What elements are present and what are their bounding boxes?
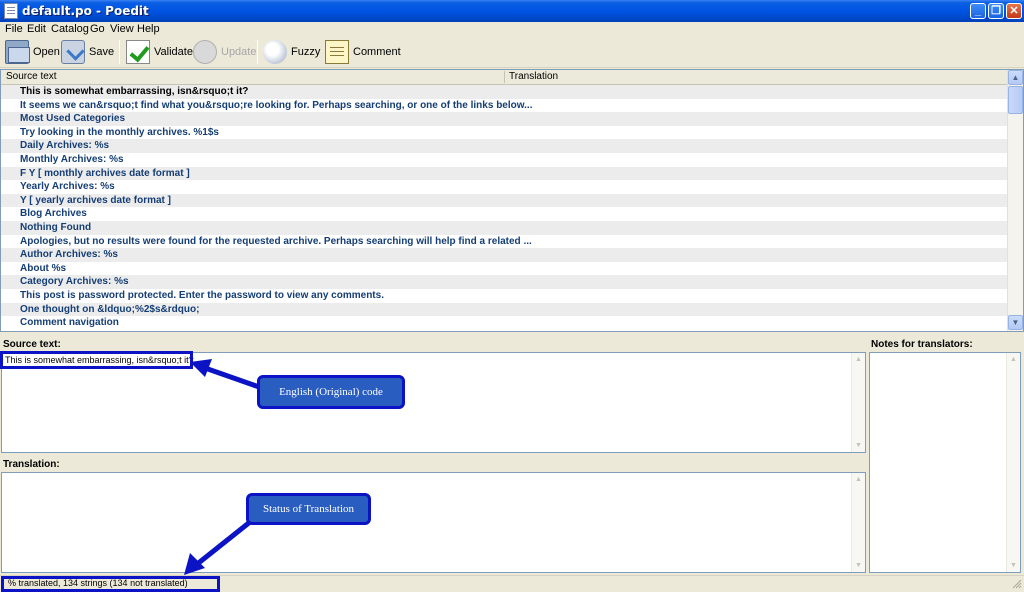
resize-grip-icon[interactable] (1012, 579, 1022, 589)
callout-english-original: English (Original) code (257, 375, 405, 409)
annotation-arrows (184, 359, 263, 575)
callout-english-text: English (Original) code (279, 386, 383, 398)
status-highlight-box (1, 576, 220, 592)
poedit-window: default.po - Poedit _ ❐ ✕ File Edit Cata… (0, 0, 1024, 592)
callout-translation-status: Status of Translation (246, 493, 371, 525)
arrow-to-source (190, 359, 263, 391)
arrow-to-status (184, 516, 257, 575)
callout-status-text: Status of Translation (262, 503, 355, 515)
status-bar: % translated, 134 strings (134 not trans… (0, 575, 1024, 592)
